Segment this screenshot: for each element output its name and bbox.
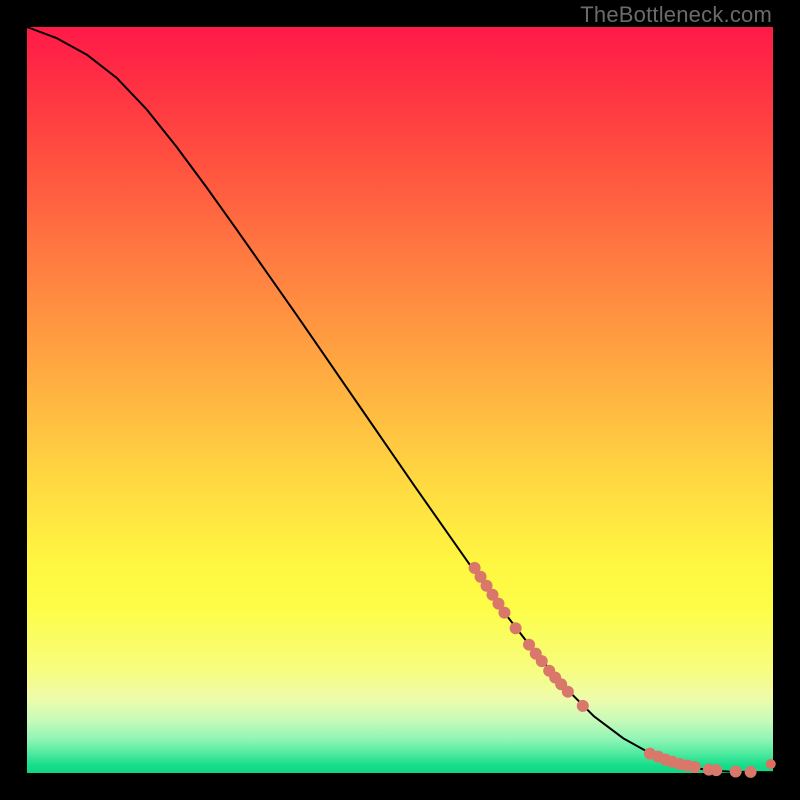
watermark-text: TheBottleneck.com — [580, 2, 772, 28]
marker-group — [469, 562, 776, 778]
marker-dot — [710, 764, 722, 776]
chart-svg — [27, 27, 773, 773]
curve-line — [27, 27, 773, 772]
marker-dot — [562, 686, 574, 698]
marker-dot — [498, 607, 510, 619]
marker-dot — [577, 700, 589, 712]
marker-dot — [745, 766, 757, 778]
marker-dot — [689, 761, 701, 773]
marker-dot — [730, 766, 742, 778]
marker-dot — [766, 759, 776, 769]
plot-area — [27, 27, 773, 773]
marker-dot — [536, 655, 548, 667]
marker-dot — [510, 622, 522, 634]
chart-frame: TheBottleneck.com — [0, 0, 800, 800]
